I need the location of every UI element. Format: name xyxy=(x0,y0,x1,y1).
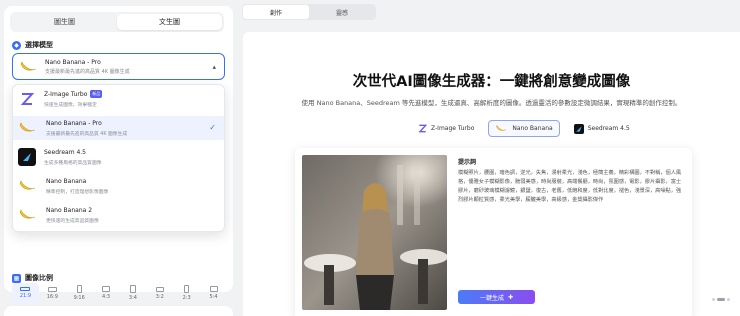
tab-inspiration[interactable]: 靈感 xyxy=(309,5,375,19)
ratio-section-header: ▦ 圖像比例 xyxy=(12,273,53,283)
selected-model-subtitle: 支援最新最先進的高品質 4K 圖像生成 xyxy=(45,68,130,75)
model-cube-icon: ◆ xyxy=(12,40,21,50)
ratio-selector: 21:9 16:9 9:16 4:3 3:4 3:2 2:3 5:4 xyxy=(12,283,227,303)
prompt-text: 模糊照片，腰圍，暗色調，逆光，失焦，漫射柔光，淺色，極簡主義，精彩構圖，不對稱，… xyxy=(458,170,682,203)
banana-icon xyxy=(19,180,36,190)
seedream-logo-icon xyxy=(573,123,584,134)
carousel-dot[interactable] xyxy=(712,298,715,301)
model-select[interactable]: Nano Banana - Pro 支援最新最先進的高品質 4K 圖像生成 ▴ xyxy=(12,53,225,80)
seedream-logo-icon xyxy=(18,148,36,166)
example-photo[interactable] xyxy=(302,155,447,310)
model-section-label: 選擇模型 xyxy=(25,41,53,49)
model-dropdown: Z-Image Turbo 新品 快速生成圖像，效果穩定 Nano Banana … xyxy=(12,84,225,232)
ratio-shape-icon xyxy=(102,286,111,292)
z-image-logo-icon xyxy=(417,124,427,134)
option-title: Z-Image Turbo xyxy=(44,90,88,98)
banana-icon xyxy=(20,60,37,70)
option-title: Nano Banana - Pro xyxy=(46,119,102,127)
banana-icon xyxy=(19,209,36,219)
ratio-option[interactable]: 21:9 xyxy=(12,283,39,303)
ratio-label: 3:2 xyxy=(155,293,164,300)
mode-tabs: 圖生圖 文生圖 xyxy=(10,12,224,32)
app-root: 圖生圖 文生圖 ◆ 選擇模型 Nano Banana - Pro 支援最新最先進… xyxy=(0,0,740,316)
ratio-grid-icon: ▦ xyxy=(12,273,21,283)
ratio-label: 2:3 xyxy=(182,295,191,301)
carousel-dots xyxy=(712,298,730,301)
tab-text-to-image[interactable]: 文生圖 xyxy=(117,14,222,30)
ratio-option[interactable]: 3:4 xyxy=(120,283,147,303)
generate-button-label: 一鍵生成 xyxy=(479,294,504,302)
model-section-header: ◆ 選擇模型 xyxy=(12,40,53,50)
ratio-shape-icon xyxy=(209,286,218,292)
ratio-shape-icon xyxy=(76,285,82,293)
ratio-shape-icon xyxy=(155,286,164,292)
pill-label: Seedream 4.5 xyxy=(587,125,630,132)
ratio-section-label: 圖像比例 xyxy=(25,274,53,282)
ratio-shape-icon xyxy=(184,285,190,293)
ratio-option[interactable]: 5:4 xyxy=(200,283,227,303)
checkmark-icon: ✓ xyxy=(209,123,216,132)
carousel-dot[interactable] xyxy=(727,298,730,301)
ratio-option[interactable]: 3:2 xyxy=(146,283,173,303)
pill-seedream[interactable]: Seedream 4.5 xyxy=(568,120,636,137)
ratio-label: 5:4 xyxy=(209,294,218,300)
hero-subtitle: 使用 Nano Banana、Seedream 等先進模型，生成逼真、高解析度的… xyxy=(301,99,682,107)
selected-model-title: Nano Banana - Pro xyxy=(45,58,101,66)
left-panel: 圖生圖 文生圖 ◆ 選擇模型 Nano Banana - Pro 支援最新最先進… xyxy=(0,0,235,316)
ratio-shape-icon xyxy=(47,286,57,292)
model-option-nano-banana[interactable]: Nano Banana 精準控制，打造理想影像圖像 xyxy=(13,174,224,198)
main-area: 創作 靈感 次世代AI圖像生成器：一鍵將創意變成圖像 使用 Nano Banan… xyxy=(238,0,740,316)
ratio-shape-icon xyxy=(20,287,31,291)
tab-image-to-image[interactable]: 圖生圖 xyxy=(12,14,117,30)
view-tabs: 創作 靈感 xyxy=(242,4,376,20)
ratio-shape-icon xyxy=(129,285,136,293)
banana-icon xyxy=(496,124,507,131)
z-image-logo-icon xyxy=(18,90,36,108)
model-option-seedream[interactable]: Seedream 4.5 生成多種風格的高品質圖像 xyxy=(13,145,224,169)
ratio-option[interactable]: 2:3 xyxy=(173,283,200,303)
model-pills: Z-Image Turbo Nano Banana Seedream 4.5 xyxy=(411,120,636,137)
option-title: Nano Banana xyxy=(46,177,87,185)
option-title: Seedream 4.5 xyxy=(44,148,86,156)
new-badge: 新品 xyxy=(90,90,103,98)
prompt-title: 提示詞 xyxy=(458,159,477,166)
option-subtitle: 快速生成圖像，效果穩定 xyxy=(44,103,97,108)
tab-create[interactable]: 創作 xyxy=(243,5,309,19)
ratio-label: 16:9 xyxy=(46,293,58,300)
showcase-canvas: 次世代AI圖像生成器：一鍵將創意變成圖像 使用 Nano Banana、Seed… xyxy=(243,32,740,316)
pill-z-image-turbo[interactable]: Z-Image Turbo xyxy=(411,120,480,137)
next-settings-card xyxy=(4,306,233,316)
ratio-option[interactable]: 4:3 xyxy=(93,283,120,303)
ratio-label: 4:3 xyxy=(102,294,111,300)
carousel-dot-active[interactable] xyxy=(717,298,725,301)
model-option-nano-banana-2[interactable]: Nano Banana 2 更快速的生成高品質圖像 xyxy=(13,203,224,227)
model-option-z-image-turbo[interactable]: Z-Image Turbo 新品 快速生成圖像，效果穩定 xyxy=(13,87,224,111)
pill-label: Nano Banana xyxy=(512,125,553,132)
option-subtitle: 生成多種風格的高品質圖像 xyxy=(44,160,102,166)
pill-nano-banana[interactable]: Nano Banana xyxy=(488,120,560,137)
ratio-option[interactable]: 16:9 xyxy=(39,283,66,303)
ratio-option[interactable]: 9:16 xyxy=(66,283,93,303)
hero-title: 次世代AI圖像生成器：一鍵將創意變成圖像 xyxy=(352,74,631,90)
chevron-up-icon[interactable]: ▴ xyxy=(212,63,216,71)
ratio-label: 9:16 xyxy=(73,295,85,301)
ratio-label: 3:4 xyxy=(128,295,137,301)
option-title: Nano Banana 2 xyxy=(46,206,93,214)
pill-label: Z-Image Turbo xyxy=(431,125,475,132)
option-subtitle: 精準控制，打造理想影像圖像 xyxy=(46,189,109,195)
banana-icon xyxy=(19,122,36,132)
option-subtitle: 更快速的生成高品質圖像 xyxy=(46,218,99,224)
generate-button[interactable]: 一鍵生成 ✚ xyxy=(458,290,535,304)
model-option-nano-banana-pro[interactable]: Nano Banana - Pro 支援最新最先進的高品質 4K 圖像生成 ✓ xyxy=(13,116,224,140)
ratio-label: 21:9 xyxy=(19,293,32,299)
option-subtitle: 支援最新最先進的高品質 4K 圖像生成 xyxy=(46,131,128,137)
plus-icon: ✚ xyxy=(507,293,514,301)
